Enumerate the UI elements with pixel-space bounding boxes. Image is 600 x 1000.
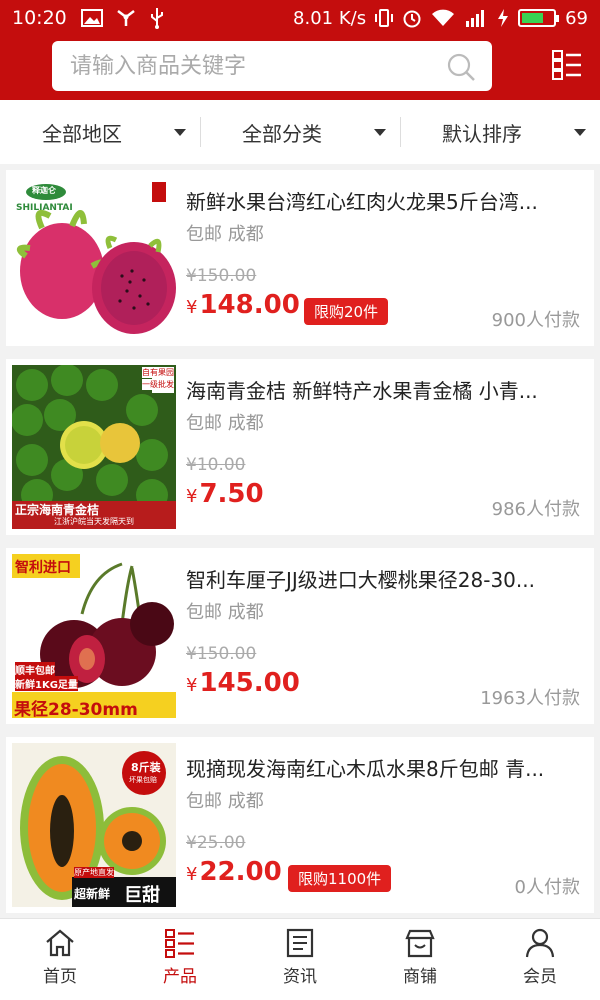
filter-category[interactable]: 全部分类 <box>200 100 400 164</box>
caret-down-icon <box>574 129 586 136</box>
badge-text: 坏果包赔 <box>129 776 157 784</box>
corner-tag-text: 自有果园 <box>142 367 174 378</box>
brand-logo-text: 释迦仑 <box>32 186 56 195</box>
price-value: 148.00 <box>199 290 300 320</box>
product-image[interactable]: 自有果园 一级批发 正宗海南青金桔 江浙沪皖当天发隔天到 <box>12 365 176 529</box>
alarm-icon <box>402 8 422 28</box>
price-value: 7.50 <box>199 479 264 509</box>
banner-text: 超新鲜 <box>74 887 111 901</box>
original-price: ¥150.00 <box>186 266 257 286</box>
product-image[interactable]: 释迦仑 SHILIANTAI <box>12 176 176 340</box>
charging-icon <box>497 9 509 27</box>
app-header <box>0 36 600 100</box>
nav-label: 首页 <box>43 967 77 987</box>
product-title[interactable]: 新鲜水果台湾红心红肉火龙果5斤台湾... <box>186 186 580 215</box>
nav-news[interactable]: 资讯 <box>240 919 360 1000</box>
currency-symbol: ¥ <box>186 486 198 507</box>
purchase-limit-badge: 限购1100件 <box>288 865 392 892</box>
news-icon <box>286 928 314 958</box>
banner-text: 巨甜 <box>124 885 160 906</box>
network-speed: 8.01 K/s <box>293 7 367 29</box>
category-menu-icon[interactable] <box>552 50 582 84</box>
currency-symbol: ¥ <box>186 675 198 696</box>
nav-home[interactable]: 首页 <box>0 919 120 1000</box>
shipping-info: 包邮 成都 <box>186 791 264 812</box>
nav-member[interactable]: 会员 <box>480 919 600 1000</box>
nav-label: 商铺 <box>403 967 437 987</box>
original-price: ¥150.00 <box>186 644 257 664</box>
original-price: ¥10.00 <box>186 455 246 475</box>
product-list: 释迦仑 SHILIANTAI 新鲜水果台湾红心红肉火龙果5斤台湾... 包邮 成… <box>6 170 594 926</box>
product-image[interactable]: 智利进口 顺丰包邮 新鲜1KG足量 果径28-30mm <box>12 554 176 718</box>
filter-sort[interactable]: 默认排序 <box>400 100 600 164</box>
promo-text: 新鲜1KG足量 <box>15 676 78 691</box>
currency-symbol: ¥ <box>186 297 198 318</box>
sold-count: 900人付款 <box>491 310 580 331</box>
status-time: 10:20 <box>12 7 67 29</box>
price-value: 145.00 <box>199 668 300 698</box>
filter-label: 全部分类 <box>242 121 322 146</box>
current-price: ¥22.00 <box>186 857 282 887</box>
product-title[interactable]: 现摘现发海南红心木瓜水果8斤包邮 青... <box>186 753 580 782</box>
banner-text: 果径28-30mm <box>14 700 138 718</box>
bottom-nav: 首页 产品 资讯 商铺 会员 <box>0 918 600 1000</box>
battery-percent: 69 <box>565 7 588 29</box>
product-card[interactable]: 8斤装 坏果包赔 原产地直发 超新鲜 巨甜 现摘现发海南红心木瓜水果8斤包邮 青… <box>6 737 594 913</box>
share-icon <box>115 8 137 28</box>
current-price: ¥145.00 <box>186 668 300 698</box>
badge-text: 8斤装 <box>131 761 161 774</box>
product-card[interactable]: 智利进口 顺丰包邮 新鲜1KG足量 果径28-30mm 智利车厘子JJ级进口大樱… <box>6 548 594 724</box>
shipping-info: 包邮 成都 <box>186 413 264 434</box>
nav-store[interactable]: 商铺 <box>360 919 480 1000</box>
price-value: 22.00 <box>199 857 282 887</box>
product-title[interactable]: 智利车厘子JJ级进口大樱桃果径28-30... <box>186 564 580 593</box>
filter-label: 默认排序 <box>442 121 522 146</box>
product-image[interactable]: 8斤装 坏果包赔 原产地直发 超新鲜 巨甜 <box>12 743 176 907</box>
promo-text: 原产地直发 <box>74 867 114 878</box>
nav-products[interactable]: 产品 <box>120 919 240 1000</box>
usb-icon <box>149 7 165 29</box>
status-bar: 10:20 8.01 K/s 69 <box>0 0 600 36</box>
signal-icon <box>464 9 488 27</box>
brand-name-text: SHILIANTAI <box>16 203 73 213</box>
purchase-limit-badge: 限购20件 <box>304 298 389 325</box>
search-icon[interactable] <box>446 52 476 86</box>
search-box[interactable] <box>52 41 492 91</box>
nav-label: 资讯 <box>283 967 317 987</box>
wifi-icon <box>431 9 455 27</box>
nav-label: 产品 <box>163 967 197 987</box>
store-icon <box>405 929 435 958</box>
current-price: ¥148.00 <box>186 290 300 320</box>
shipping-info: 包邮 成都 <box>186 224 264 245</box>
currency-symbol: ¥ <box>186 864 198 885</box>
product-card[interactable]: 释迦仑 SHILIANTAI 新鲜水果台湾红心红肉火龙果5斤台湾... 包邮 成… <box>6 170 594 346</box>
search-input[interactable] <box>70 53 430 79</box>
shipping-info: 包邮 成都 <box>186 602 264 623</box>
home-icon <box>46 929 74 957</box>
user-icon <box>525 928 555 958</box>
product-title[interactable]: 海南青金桔 新鲜特产水果青金橘 小青... <box>186 375 580 404</box>
caret-down-icon <box>374 129 386 136</box>
battery-level-fill <box>522 13 543 23</box>
filter-bar: 全部地区 全部分类 默认排序 <box>0 100 600 164</box>
nav-label: 会员 <box>523 967 557 987</box>
caret-down-icon <box>174 129 186 136</box>
sold-count: 0人付款 <box>514 877 580 898</box>
promo-text: 顺丰包邮 <box>15 662 55 677</box>
original-price: ¥25.00 <box>186 833 246 853</box>
sold-count: 1963人付款 <box>480 688 580 709</box>
image-notification-icon <box>80 9 103 27</box>
vibrate-icon <box>375 8 394 28</box>
banner-text: 智利进口 <box>15 560 71 576</box>
product-card[interactable]: 自有果园 一级批发 正宗海南青金桔 江浙沪皖当天发隔天到 海南青金桔 新鲜特产水… <box>6 359 594 535</box>
banner-subtext: 江浙沪皖当天发隔天到 <box>54 517 134 526</box>
corner-tag-text: 一级批发 <box>142 379 174 390</box>
battery-icon <box>518 9 560 27</box>
filter-label: 全部地区 <box>42 121 122 146</box>
current-price: ¥7.50 <box>186 479 264 509</box>
list-icon <box>165 929 194 958</box>
filter-region[interactable]: 全部地区 <box>0 100 200 164</box>
sold-count: 986人付款 <box>491 499 580 520</box>
